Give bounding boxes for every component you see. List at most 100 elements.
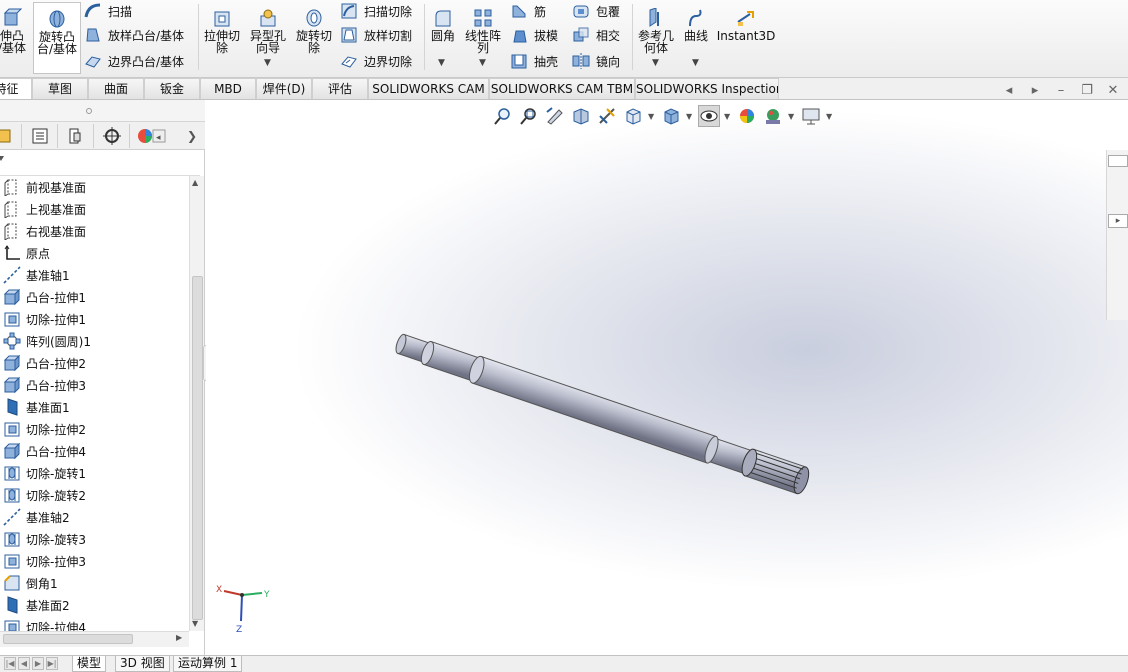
- tree-node[interactable]: 切除-拉伸3: [0, 550, 190, 572]
- tree-node[interactable]: 切除-拉伸4: [0, 616, 190, 631]
- tree-node-label: 切除-拉伸2: [26, 422, 86, 437]
- lofted-cut-button[interactable]: 放样切割: [340, 24, 412, 46]
- tree-node[interactable]: 倒角1: [0, 572, 190, 594]
- revolve-boss-button[interactable]: 旋转凸 台/基体: [33, 2, 81, 74]
- linear-pattern-dropdown-icon[interactable]: ▼: [479, 58, 486, 68]
- cut-revolve-icon: [4, 532, 20, 547]
- previous-tab-icon[interactable]: ◀: [18, 657, 30, 670]
- tree-node-label: 切除-旋转2: [26, 488, 86, 503]
- scroll-up-icon[interactable]: ▲: [192, 178, 198, 187]
- tree-node[interactable]: 基准轴1: [0, 264, 190, 286]
- close-icon[interactable]: ✕: [1106, 84, 1120, 98]
- intersect-button[interactable]: 相交: [572, 24, 620, 46]
- tree-node-label: 切除-拉伸1: [26, 312, 86, 327]
- reference-geometry-dropdown-icon[interactable]: ▼: [652, 58, 659, 68]
- swept-cut-button[interactable]: 扫描切除: [340, 0, 412, 22]
- tab-sheet-metal[interactable]: 钣金: [144, 78, 200, 99]
- tab-surfaces[interactable]: 曲面: [88, 78, 144, 99]
- tab-sketch[interactable]: 草图: [32, 78, 88, 99]
- tree-node[interactable]: 切除-拉伸1: [0, 308, 190, 330]
- previous-window-icon[interactable]: ◂: [1002, 84, 1016, 98]
- tree-node[interactable]: 基准轴2: [0, 506, 190, 528]
- tab-3d-views[interactable]: 3D 视图: [115, 656, 170, 672]
- boundary-boss-button[interactable]: 边界凸台/基体: [84, 50, 184, 72]
- loft-boss-button[interactable]: 放样凸台/基体: [84, 24, 184, 46]
- tree-node[interactable]: 切除-旋转1: [0, 462, 190, 484]
- tree-node[interactable]: 右视基准面: [0, 220, 190, 242]
- tab-mbd[interactable]: MBD: [200, 78, 256, 99]
- extrude-boss-button[interactable]: 伸凸 /基体: [0, 2, 32, 74]
- tree-horizontal-scrollbar[interactable]: ▶: [0, 631, 189, 647]
- tab-solidworks-inspection[interactable]: SOLIDWORKS Inspection: [635, 78, 779, 99]
- hscroll-thumb[interactable]: [3, 634, 133, 644]
- chamfer-icon: [4, 575, 20, 591]
- tree-node[interactable]: 切除-拉伸2: [0, 418, 190, 440]
- tree-node[interactable]: 前视基准面: [0, 176, 190, 198]
- tree-node[interactable]: 基准面1: [0, 396, 190, 418]
- tree-vertical-scrollbar[interactable]: ▲ ▼: [189, 176, 204, 631]
- tree-node[interactable]: 切除-旋转2: [0, 484, 190, 506]
- restore-icon[interactable]: ❐: [1080, 84, 1094, 98]
- panel-tabs-next[interactable]: ❯: [180, 124, 204, 148]
- feature-tree: 前视基准面 上视基准面 右视基准面 原点 基准轴1 凸台-拉伸1 切除-拉伸1 阵列(圆周)1…: [0, 176, 190, 631]
- curves-dropdown-icon[interactable]: ▼: [692, 58, 699, 68]
- tree-node[interactable]: 上视基准面: [0, 198, 190, 220]
- last-tab-icon[interactable]: ▶|: [46, 657, 58, 670]
- dimxpert-manager-tab[interactable]: [94, 124, 130, 148]
- shell-button[interactable]: 抽壳: [510, 50, 558, 72]
- instant3d-label: Instant3D: [716, 29, 776, 43]
- tab-evaluate[interactable]: 评估: [312, 78, 368, 99]
- crosshair-icon: [102, 127, 121, 145]
- chevron-right-icon: ❯: [186, 129, 198, 143]
- panel-grip[interactable]: [0, 100, 205, 122]
- property-manager-tab[interactable]: [22, 124, 58, 148]
- minimize-icon[interactable]: –: [1054, 84, 1068, 98]
- tree-node[interactable]: 阵列(圆周)1: [0, 330, 190, 352]
- scroll-thumb[interactable]: [192, 276, 203, 620]
- tree-node[interactable]: 切除-旋转3: [0, 528, 190, 550]
- scroll-down-icon[interactable]: ▼: [192, 619, 198, 628]
- tab-weldments[interactable]: 焊件(D): [256, 78, 312, 99]
- feature-manager-tab[interactable]: [0, 124, 22, 148]
- tree-node[interactable]: 原点: [0, 242, 190, 264]
- shell-icon: [511, 54, 527, 69]
- loft-boss-label: 放样凸台/基体: [108, 28, 185, 43]
- scroll-right-icon[interactable]: ▶: [176, 633, 182, 642]
- boundary-cut-button[interactable]: 边界切除: [340, 50, 412, 72]
- tree-node[interactable]: 凸台-拉伸1: [0, 286, 190, 308]
- instant3d-button[interactable]: Instant3D: [716, 2, 776, 74]
- tab-motion-study[interactable]: 运动算例 1: [173, 656, 243, 672]
- wrap-button[interactable]: 包覆: [572, 0, 620, 22]
- extrude-cut-button[interactable]: 拉伸切 除: [201, 2, 243, 74]
- circular-pattern-icon: [3, 332, 21, 350]
- tree-node[interactable]: 凸台-拉伸3: [0, 374, 190, 396]
- shaft-model[interactable]: [206, 100, 1128, 655]
- extrude-boss-label: 伸凸 /基体: [0, 29, 27, 55]
- sweep-button[interactable]: 扫描: [84, 0, 132, 22]
- display-manager-tab[interactable]: ◂: [130, 124, 178, 148]
- tree-node[interactable]: 凸台-拉伸4: [0, 440, 190, 462]
- revolve-cut-button[interactable]: 旋转切 除: [292, 2, 336, 74]
- configuration-manager-tab[interactable]: [58, 124, 94, 148]
- tree-node[interactable]: 凸台-拉伸2: [0, 352, 190, 374]
- reference-triad: X Y Z: [216, 585, 270, 633]
- tab-solidworks-cam-tbm[interactable]: SOLIDWORKS CAM TBM: [489, 78, 635, 99]
- fillet-dropdown-icon[interactable]: ▼: [438, 58, 445, 68]
- configuration-manager-icon: [69, 128, 80, 144]
- tab-model[interactable]: 模型: [72, 656, 107, 672]
- draft-button[interactable]: 拔模: [510, 24, 558, 46]
- rib-button[interactable]: 筋: [510, 0, 546, 22]
- next-tab-icon[interactable]: ▶: [32, 657, 44, 670]
- tab-features[interactable]: 特征: [0, 78, 32, 99]
- plane-icon: [4, 201, 17, 218]
- reference-geometry-label: 参考几 何体: [637, 29, 674, 55]
- hole-wizard-dropdown-icon[interactable]: ▼: [264, 58, 271, 68]
- tree-node[interactable]: 基准面2: [0, 594, 190, 616]
- boundary-boss-label: 边界凸台/基体: [108, 54, 185, 69]
- mirror-button[interactable]: 镜向: [572, 50, 620, 72]
- tab-solidworks-cam[interactable]: SOLIDWORKS CAM: [368, 78, 489, 99]
- tree-filter-field[interactable]: [0, 150, 200, 176]
- next-window-icon[interactable]: ▸: [1028, 84, 1042, 98]
- graphics-area[interactable]: ▼ ▼ ▼ ▼ ▼ ▸ X Y Z: [206, 100, 1128, 655]
- first-tab-icon[interactable]: |◀: [4, 657, 16, 670]
